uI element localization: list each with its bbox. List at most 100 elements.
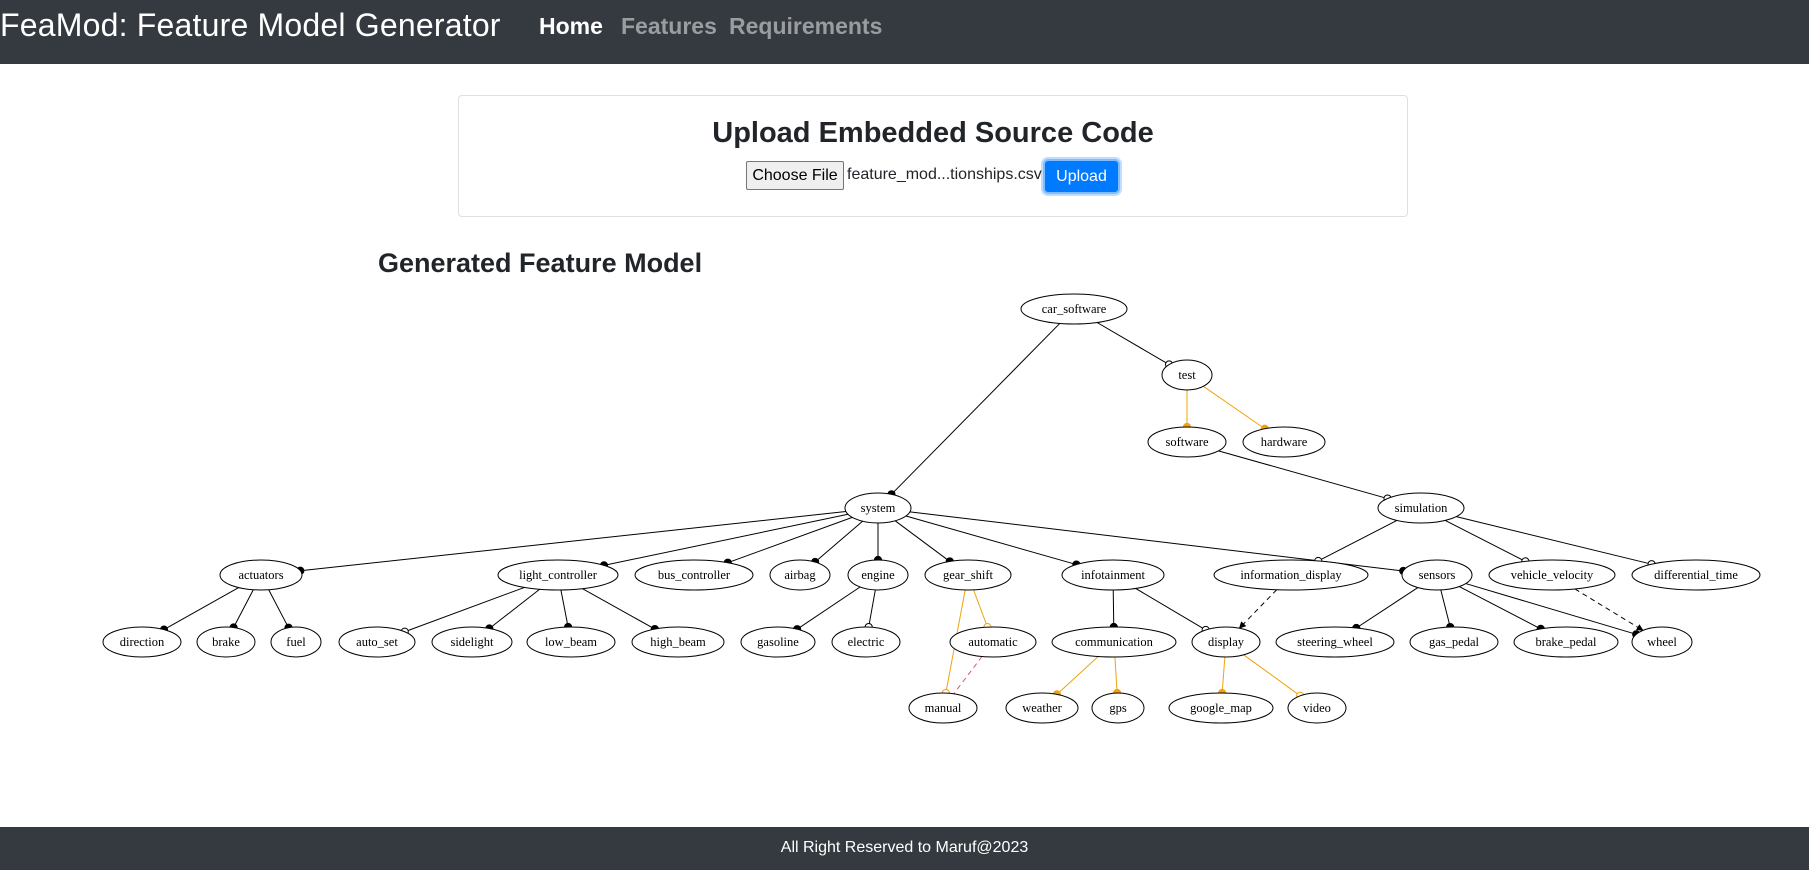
feature-node-label: light_controller (519, 568, 598, 582)
edge-information_display-display (1238, 589, 1278, 629)
feature-node-gasoline[interactable]: gasoline (740, 626, 816, 658)
feature-node-wheel[interactable]: wheel (1631, 626, 1693, 658)
edge-light_controller-low_beam (560, 589, 569, 628)
feature-node-auto_set[interactable]: auto_set (338, 626, 416, 658)
feature-node-communication[interactable]: communication (1051, 626, 1177, 658)
edge-sensors-steering_wheel (1356, 587, 1419, 629)
edge-gear_shift-automatic (973, 589, 988, 628)
feature-node-label: simulation (1395, 501, 1449, 515)
feature-node-brake_pedal[interactable]: brake_pedal (1513, 626, 1619, 658)
edge-display-google_map (1221, 656, 1226, 694)
edge-light_controller-high_beam (582, 588, 656, 630)
feature-node-label: low_beam (545, 635, 597, 649)
feature-node-direction[interactable]: direction (102, 626, 182, 658)
edge-sensors-wheel (1465, 583, 1637, 635)
feature-node-gear_shift[interactable]: gear_shift (924, 559, 1012, 591)
feature-node-software[interactable]: software (1147, 426, 1227, 458)
feature-node-label: manual (925, 701, 962, 715)
edge-simulation-vehicle_velocity (1445, 519, 1526, 562)
feature-node-gas_pedal[interactable]: gas_pedal (1409, 626, 1499, 658)
feature-node-label: video (1303, 701, 1331, 715)
feature-node-label: communication (1075, 635, 1154, 649)
feature-node-label: test (1178, 368, 1196, 382)
feature-node-label: sidelight (450, 635, 494, 649)
edge-infotainment-communication (1112, 589, 1115, 628)
feature-node-high_beam[interactable]: high_beam (631, 626, 725, 658)
feature-node-label: engine (861, 568, 895, 582)
selected-file-name: feature_mod...tionships.csv (847, 166, 1042, 183)
feature-node-label: brake (212, 635, 240, 649)
feature-node-label: infotainment (1081, 568, 1145, 582)
feature-node-label: high_beam (650, 635, 706, 649)
feature-node-brake[interactable]: brake (196, 626, 256, 658)
feature-node-video[interactable]: video (1287, 692, 1347, 724)
upload-button[interactable]: Upload (1043, 159, 1120, 194)
feature-node-information_display[interactable]: information_display (1213, 559, 1369, 591)
feature-node-sidelight[interactable]: sidelight (431, 626, 513, 658)
edge-simulation-information_display (1317, 519, 1398, 562)
feature-node-google_map[interactable]: google_map (1168, 692, 1274, 724)
feature-node-label: bus_controller (658, 568, 731, 582)
feature-node-weather[interactable]: weather (1005, 692, 1079, 724)
feature-node-label: information_display (1240, 568, 1342, 582)
feature-node-bus_controller[interactable]: bus_controller (634, 559, 754, 591)
edge-engine-electric (868, 589, 876, 628)
edge-simulation-differential_time (1456, 516, 1652, 565)
upload-title: Upload Embedded Source Code (712, 117, 1154, 149)
feature-node-steering_wheel[interactable]: steering_wheel (1275, 626, 1395, 658)
feature-node-airbag[interactable]: airbag (769, 559, 831, 591)
feature-node-display[interactable]: display (1191, 626, 1261, 658)
edge-system-light_controller (603, 513, 849, 566)
footer-text: All Right Reserved to Maruf@2023 (780, 839, 1029, 856)
feature-node-label: sensors (1419, 568, 1456, 582)
feature-node-label: fuel (286, 635, 306, 649)
feature-node-differential_time[interactable]: differential_time (1631, 559, 1761, 591)
feature-node-manual[interactable]: manual (908, 692, 978, 724)
nav-features-link[interactable]: Features (621, 13, 717, 40)
nav-requirements-link[interactable]: Requirements (729, 13, 882, 40)
feature-node-label: gas_pedal (1429, 635, 1480, 649)
feature-node-actuators[interactable]: actuators (219, 559, 303, 591)
brand-title[interactable]: FeaMod: Feature Model Generator (0, 7, 501, 44)
edge-system-infotainment (905, 515, 1077, 566)
edge-light_controller-sidelight (489, 588, 540, 629)
edge-actuators-brake (233, 589, 254, 628)
feature-node-hardware[interactable]: hardware (1242, 426, 1326, 458)
page-footer: All Right Reserved to Maruf@2023 (0, 827, 1809, 870)
feature-node-label: steering_wheel (1297, 635, 1373, 649)
edge-automatic-manual (953, 656, 983, 695)
edge-car_software-test (1096, 322, 1170, 365)
edge-car_software-system (891, 323, 1061, 495)
feature-node-infotainment[interactable]: infotainment (1061, 559, 1165, 591)
feature-node-vehicle_velocity[interactable]: vehicle_velocity (1488, 559, 1616, 591)
feature-node-label: differential_time (1654, 568, 1738, 582)
feature-node-label: airbag (784, 568, 816, 582)
feature-model-title: Generated Feature Model (378, 248, 703, 278)
feature-node-label: electric (848, 635, 885, 649)
feature-node-gps[interactable]: gps (1091, 692, 1145, 724)
edge-communication-gps (1114, 656, 1118, 694)
edge-communication-weather (1056, 656, 1099, 695)
feature-node-engine[interactable]: engine (847, 559, 909, 591)
top-navbar: FeaMod: Feature Model Generator Home Fea… (0, 0, 1809, 64)
feature-node-system[interactable]: system (844, 492, 912, 524)
feature-node-label: display (1208, 635, 1245, 649)
nav-home-link[interactable]: Home (539, 13, 603, 40)
edge-sensors-brake_pedal (1459, 586, 1541, 630)
edge-light_controller-auto_set (404, 586, 525, 633)
feature-node-car_software[interactable]: car_software (1020, 293, 1128, 325)
feature-node-label: gasoline (757, 635, 799, 649)
feature-node-light_controller[interactable]: light_controller (497, 559, 619, 591)
upload-card: Upload Embedded Source Code Choose File … (458, 95, 1408, 217)
feature-node-fuel[interactable]: fuel (270, 626, 322, 658)
feature-node-automatic[interactable]: automatic (949, 626, 1037, 658)
edge-system-bus_controller (727, 516, 853, 564)
choose-file-button[interactable]: Choose File (746, 161, 844, 190)
feature-node-low_beam[interactable]: low_beam (526, 626, 616, 658)
feature-node-sensors[interactable]: sensors (1401, 559, 1473, 591)
feature-node-label: auto_set (356, 635, 398, 649)
feature-node-test[interactable]: test (1161, 359, 1213, 391)
feature-node-electric[interactable]: electric (831, 626, 901, 658)
edge-system-airbag (814, 520, 863, 563)
feature-node-simulation[interactable]: simulation (1377, 492, 1465, 524)
